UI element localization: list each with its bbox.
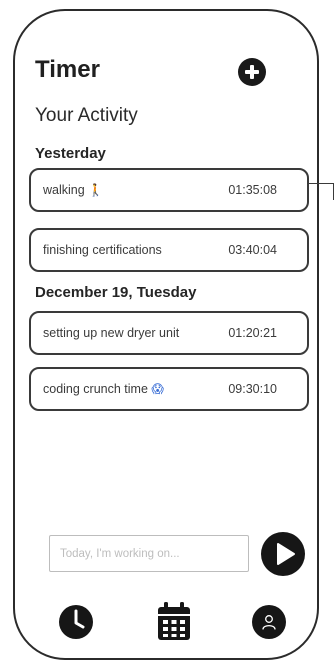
working-on-input[interactable] xyxy=(49,535,249,572)
activity-entry[interactable]: setting up new dryer unit 01:20:21 xyxy=(29,311,309,355)
activity-entry-name: finishing certifications xyxy=(43,243,162,257)
group-label-december-19: December 19, Tuesday xyxy=(35,284,197,301)
connector-line xyxy=(309,183,334,200)
activity-entry[interactable]: finishing certifications 03:40:04 xyxy=(29,228,309,272)
nav-timer[interactable] xyxy=(58,602,94,640)
group-label-yesterday: Yesterday xyxy=(35,145,106,162)
screaming-face-icon: 😱 xyxy=(151,382,164,396)
activity-entry-time: 03:40:04 xyxy=(228,243,277,257)
start-timer-button[interactable] xyxy=(261,532,305,576)
section-title-your-activity: Your Activity xyxy=(35,105,138,126)
clock-icon xyxy=(59,605,93,639)
activity-entry-name: setting up new dryer unit xyxy=(43,326,180,340)
activity-entry-name: coding crunch time 😱 xyxy=(43,382,164,396)
activity-entry-time: 01:20:21 xyxy=(228,326,277,340)
activity-entry[interactable]: coding crunch time 😱 09:30:10 xyxy=(29,367,309,411)
activity-entry-name: walking 🚶 xyxy=(43,183,104,197)
play-circle-icon xyxy=(277,543,295,565)
person-walking-icon: 🚶 xyxy=(88,183,104,197)
nav-calendar[interactable] xyxy=(156,602,192,640)
activity-entry-time: 01:35:08 xyxy=(228,183,277,197)
activity-entry[interactable]: walking 🚶 01:35:08 xyxy=(29,168,309,212)
user-profile-icon xyxy=(252,605,286,639)
nav-profile[interactable] xyxy=(251,602,287,640)
add-timer-button[interactable] xyxy=(238,58,266,86)
calendar-icon xyxy=(158,602,190,640)
activity-entry-time: 09:30:10 xyxy=(228,382,277,396)
page-title: Timer xyxy=(35,56,100,83)
